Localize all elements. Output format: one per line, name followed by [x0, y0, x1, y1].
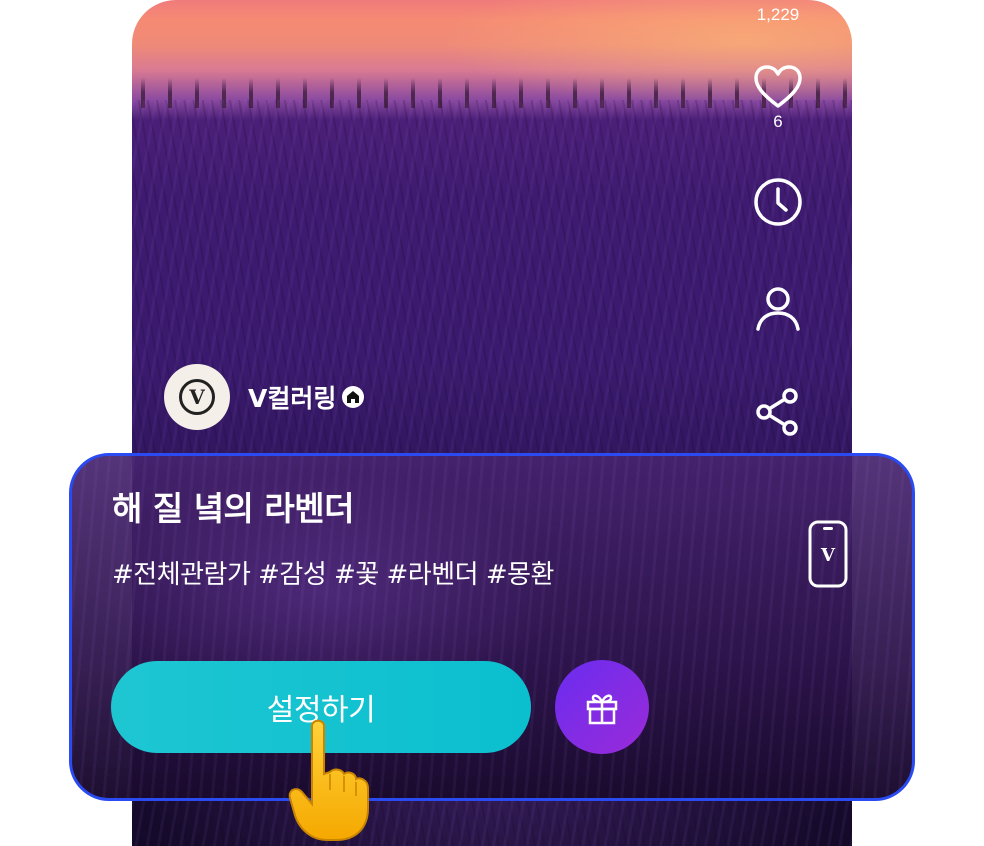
- clock-icon[interactable]: [752, 176, 804, 228]
- channel-info[interactable]: V V컬러링: [164, 364, 365, 430]
- gift-button[interactable]: [555, 660, 649, 754]
- channel-avatar[interactable]: V: [164, 364, 230, 430]
- share-icon[interactable]: [752, 386, 804, 438]
- home-badge-icon: [342, 386, 365, 408]
- content-title: 해 질 녘의 라벤더: [112, 489, 355, 528]
- content-card: 해 질 녘의 라벤더 #전체관람가 #감성 #꽃 #라벤더 #몽환 V 설정하기: [69, 453, 915, 801]
- channel-name[interactable]: V컬러링: [248, 379, 336, 415]
- phone-v-icon[interactable]: V: [808, 520, 848, 588]
- content-tags: #전체관람가 #감성 #꽃 #라벤더 #몽환: [112, 560, 554, 590]
- person-icon[interactable]: [752, 284, 804, 336]
- like-count: 6: [773, 112, 783, 131]
- pointing-hand-icon: [288, 719, 369, 841]
- svg-text:V: V: [820, 545, 836, 566]
- gift-icon: [586, 694, 618, 725]
- view-count: 1,229: [756, 5, 800, 24]
- channel-logo: V: [179, 379, 215, 415]
- heart-icon[interactable]: [752, 62, 804, 114]
